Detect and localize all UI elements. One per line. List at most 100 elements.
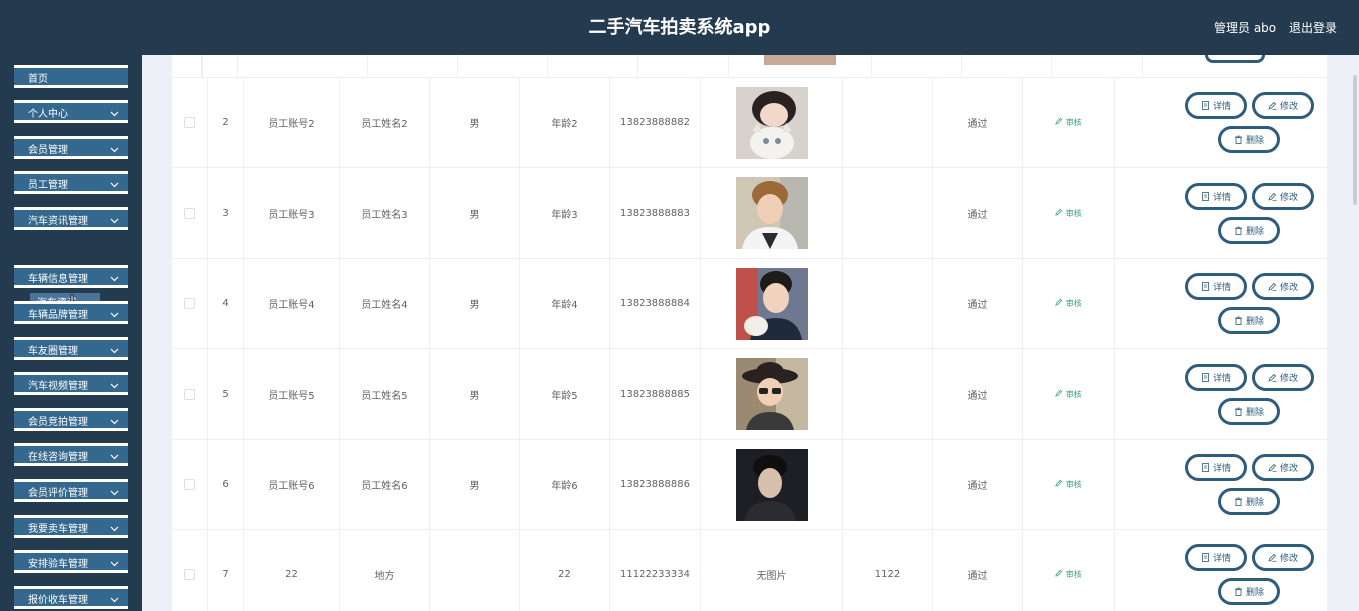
row-checkbox[interactable] — [184, 388, 195, 400]
cell-ops: 详情 修改删除 — [1115, 440, 1327, 529]
edit-icon — [1268, 463, 1277, 472]
detail-button-label: 详情 — [1212, 373, 1231, 384]
cell-name: 员工姓名4 — [340, 259, 430, 348]
cell-ops: 详情 修改删除 — [1115, 259, 1327, 348]
sidebar-item[interactable]: 会员管理 — [14, 136, 128, 159]
detail-button[interactable]: 详情 — [1185, 454, 1247, 481]
sidebar-item[interactable]: 会员竞拍管理 — [14, 408, 128, 431]
audit-link[interactable]: 审核 — [1055, 208, 1082, 219]
cell-text-phone: 13823888885 — [620, 388, 690, 400]
edit-button[interactable]: 修改 — [1252, 363, 1314, 391]
cell-text-index: 5 — [222, 388, 229, 400]
cell-age: 年龄4 — [520, 259, 610, 348]
sidebar-item[interactable]: 车辆信息管理 — [14, 265, 128, 288]
audit-link[interactable]: 审核 — [1055, 479, 1082, 490]
edit-icon — [1268, 101, 1277, 110]
sidebar-item[interactable]: 车辆品牌管理 — [14, 301, 128, 324]
cell-check — [172, 259, 208, 348]
logout-link[interactable]: 退出登录 — [1289, 19, 1337, 36]
cell-text-gender: 男 — [469, 390, 480, 402]
cell-status: 通过 — [933, 530, 1023, 611]
cell-age: 22 — [520, 530, 610, 611]
edit-button[interactable]: 修改 — [1252, 92, 1314, 119]
delete-button-label: 删除 — [1245, 588, 1264, 598]
detail-button-label: 详情 — [1212, 464, 1231, 474]
detail-button[interactable]: 详情 — [1185, 544, 1247, 571]
row-checkbox[interactable] — [184, 298, 195, 309]
audit-link[interactable]: 审核 — [1055, 298, 1082, 309]
edit-icon — [1268, 373, 1277, 382]
delete-button[interactable]: 删除 — [1218, 488, 1280, 515]
edit-icon — [1055, 208, 1063, 216]
row-checkbox[interactable] — [184, 117, 195, 128]
avatar — [735, 358, 808, 430]
edit-button[interactable]: 修改 — [1252, 544, 1314, 571]
detail-button[interactable]: 详情 — [1185, 363, 1247, 391]
cell-extra — [843, 259, 933, 348]
row-checkbox[interactable] — [184, 569, 195, 580]
sidebar-item[interactable]: 首页 — [14, 65, 128, 88]
cell-name: 员工姓名6 — [340, 440, 430, 529]
sidebar-item[interactable]: 汽车资讯管理 — [14, 207, 128, 230]
sidebar-item-label: 车友圈管理 — [28, 346, 78, 357]
document-icon — [1202, 463, 1209, 472]
cell-text-status: 通过 — [967, 300, 988, 311]
audit-link[interactable]: 审核 — [1055, 569, 1082, 580]
sidebar-item[interactable]: 在线咨询管理 — [14, 443, 128, 466]
row-checkbox[interactable] — [184, 479, 195, 490]
delete-button[interactable]: 删除 — [1218, 578, 1280, 605]
delete-button[interactable]: 删除 — [1218, 397, 1280, 425]
cell-account: 员工账号5 — [244, 349, 340, 439]
cell-text-name: 员工姓名4 — [361, 300, 408, 311]
scrollbar-thumb[interactable] — [1353, 75, 1357, 205]
document-icon — [1202, 372, 1209, 382]
sidebar-item-label: 报价收车管理 — [28, 595, 88, 606]
detail-button[interactable]: 详情 — [1185, 273, 1247, 300]
cell-text-name: 员工姓名6 — [361, 481, 408, 492]
sidebar-item[interactable]: 汽车视频管理 — [14, 372, 128, 395]
sidebar-item-label: 在线咨询管理 — [28, 452, 88, 463]
cell-gender: 男 — [430, 259, 520, 348]
scrollbar[interactable] — [1351, 55, 1359, 611]
sidebar: 汽车资讯 首页个人中心会员管理员工管理汽车资讯管理车辆信息管理车辆品牌管理车友圈… — [0, 55, 142, 611]
cell-photo — [701, 168, 843, 258]
cell-text-gender: 男 — [469, 300, 480, 311]
edit-button[interactable]: 修改 — [1252, 273, 1314, 300]
chevron-down-icon — [110, 561, 119, 567]
edit-button[interactable]: 修改 — [1252, 182, 1314, 210]
cell-text-name: 地方 — [374, 571, 395, 582]
cell-gender: 男 — [430, 440, 520, 529]
cell-photo — [701, 349, 843, 439]
sidebar-item[interactable]: 报价收车管理 — [14, 586, 128, 609]
chevron-down-icon — [110, 419, 119, 425]
trash-icon — [1234, 497, 1242, 506]
delete-button[interactable]: 删除 — [1218, 126, 1280, 153]
sidebar-item[interactable]: 安排验车管理 — [14, 550, 128, 573]
employee-table: 2 员工账号2 员工姓名2 男年龄2 13823888882 通过 审核 详情 修改 删除 3 员工… — [172, 55, 1327, 611]
detail-button[interactable]: 详情 — [1185, 182, 1247, 210]
cell-text-phone: 13823888882 — [620, 117, 690, 128]
cell-text-age: 年龄3 — [551, 209, 578, 221]
cell-age: 年龄6 — [520, 440, 610, 529]
row-checkbox[interactable] — [184, 207, 195, 219]
delete-button[interactable]: 删除 — [1218, 216, 1280, 244]
detail-button[interactable]: 详情 — [1185, 92, 1247, 119]
chevron-down-icon — [110, 111, 119, 117]
audit-link[interactable]: 审核 — [1055, 389, 1082, 400]
audit-label: 审核 — [1065, 389, 1082, 399]
cell-index: 2 — [208, 78, 244, 167]
table-row: 7 22 地方 22 11122233334 无图片 1122 通过 审核 详情 修改 删除 — [172, 530, 1327, 611]
sidebar-item[interactable]: 会员评价管理 — [14, 479, 128, 502]
edit-button-label: 修改 — [1279, 102, 1298, 112]
sidebar-item[interactable]: 员工管理 — [14, 171, 128, 194]
edit-button[interactable]: 修改 — [1252, 454, 1314, 481]
sidebar-item[interactable]: 个人中心 — [14, 100, 128, 123]
edit-icon — [1055, 389, 1063, 397]
audit-link[interactable]: 审核 — [1055, 117, 1082, 128]
delete-button[interactable]: 删除 — [1218, 307, 1280, 334]
sidebar-item[interactable]: 我要卖车管理 — [14, 515, 128, 538]
sidebar-item[interactable]: 车友圈管理 — [14, 337, 128, 360]
edit-button-label: 修改 — [1279, 373, 1298, 384]
no-photo-text: 无图片 — [756, 571, 787, 582]
table-row-partial — [172, 55, 1327, 78]
